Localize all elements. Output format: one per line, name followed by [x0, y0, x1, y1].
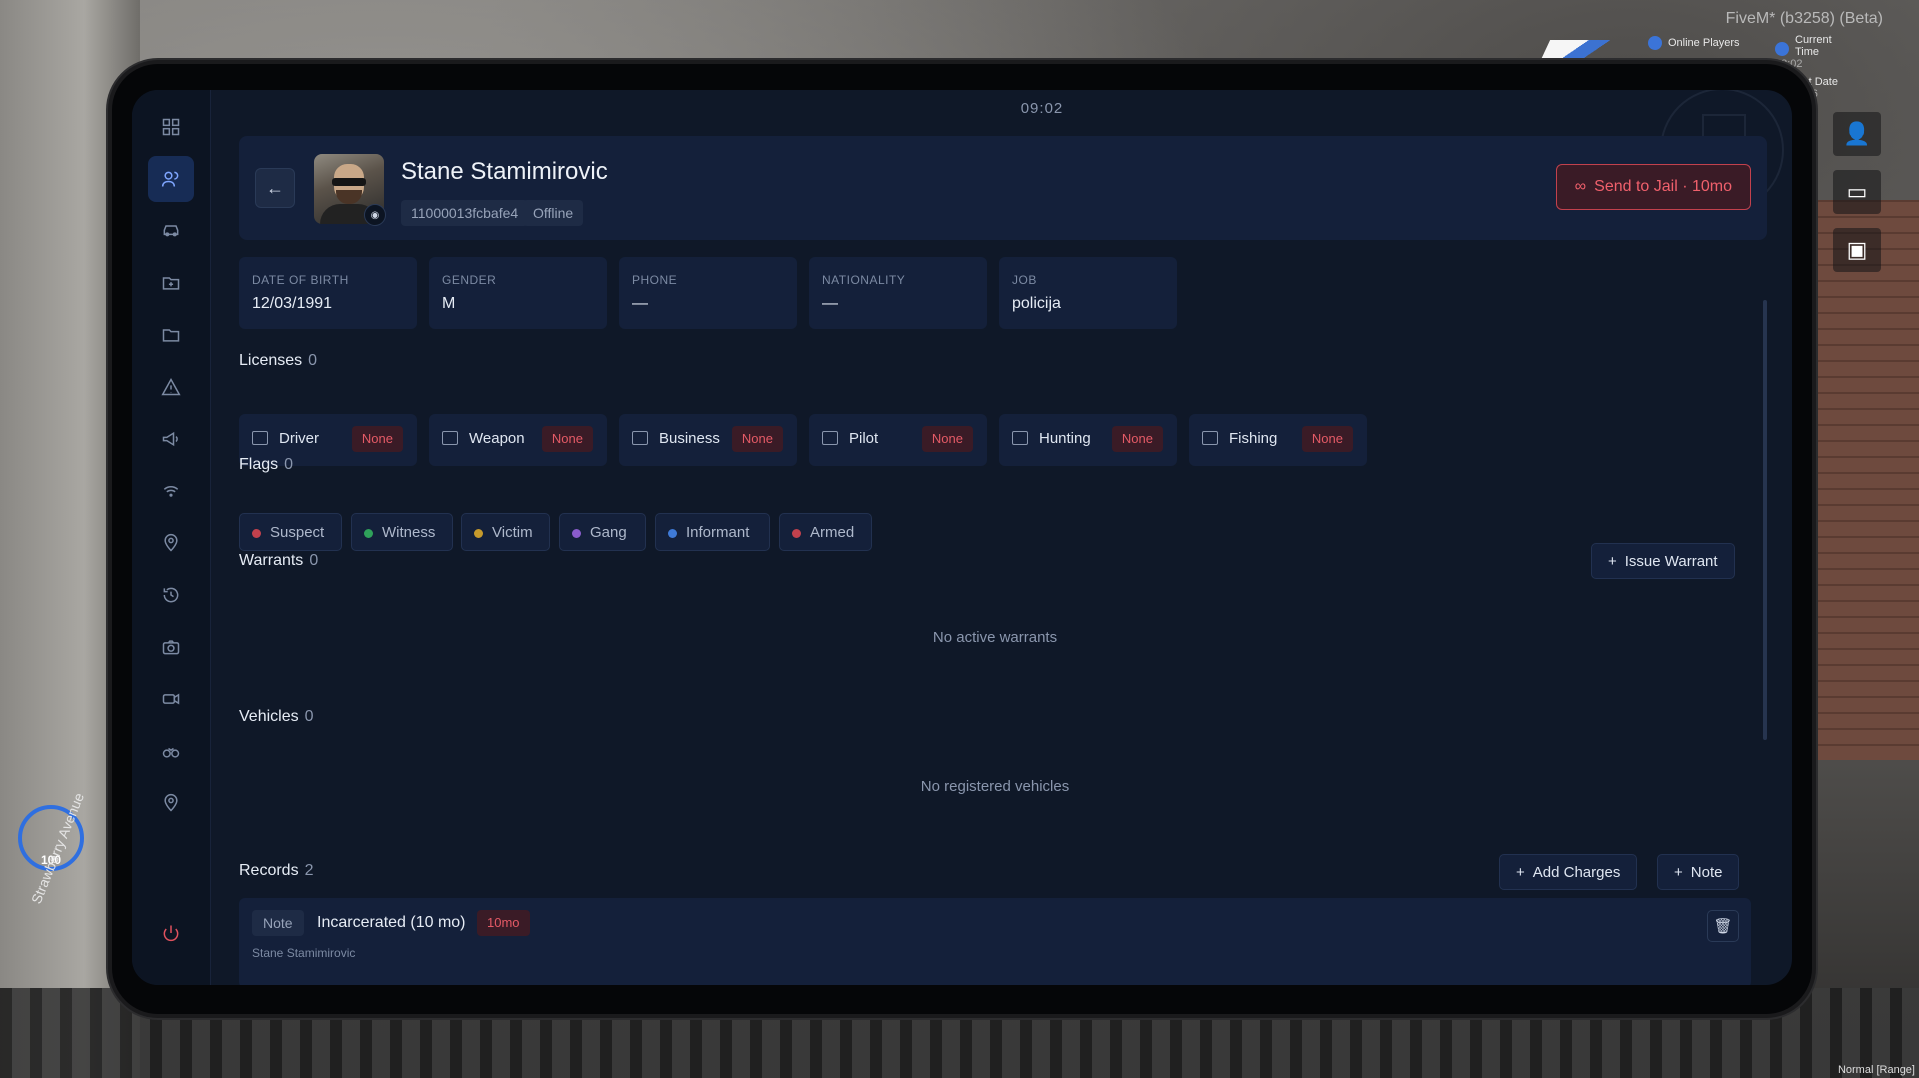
history-icon[interactable]: [148, 572, 194, 618]
wallet-icon[interactable]: ▣: [1833, 228, 1881, 272]
megaphone-icon[interactable]: [148, 416, 194, 462]
plus-icon: +: [1516, 864, 1525, 881]
dashboard-icon[interactable]: [148, 104, 194, 150]
id-card-icon[interactable]: ▭: [1833, 170, 1881, 214]
issue-warrant-button[interactable]: + Issue Warrant: [1591, 543, 1735, 579]
sidebar: [132, 90, 211, 985]
license-weapon[interactable]: Weapon None: [429, 414, 607, 466]
license-hunting[interactable]: Hunting None: [999, 414, 1177, 466]
online-players-hud: Online Players: [1648, 36, 1740, 50]
warrants-empty-state: No active warrants: [932, 629, 1058, 646]
handcuffs-icon[interactable]: [148, 728, 194, 774]
radio-icon[interactable]: [148, 468, 194, 514]
record-author: Stane Stamimirovic: [252, 946, 356, 960]
voice-mode: Normal [Range]: [1837, 1064, 1915, 1076]
add-charges-button[interactable]: + Add Charges: [1499, 854, 1638, 890]
user-icon[interactable]: 👤: [1833, 112, 1881, 156]
flags-title: Flags 0: [239, 456, 294, 473]
info-phone: PHONE —: [619, 257, 797, 329]
citizen-id-chip: 11000013fcbafe4: [401, 200, 529, 226]
warrants-title: Warrants 0: [239, 552, 319, 569]
power-icon[interactable]: [148, 910, 194, 956]
delete-record-button[interactable]: 🗑: [1707, 910, 1739, 942]
records-title: Records 2: [239, 862, 314, 879]
citizen-profile: ← ◉ Stane Stamimirovic 11000013fcbafe4 O…: [239, 90, 1767, 985]
info-nationality: NATIONALITY —: [809, 257, 987, 329]
flag-suspect[interactable]: Suspect: [239, 513, 342, 551]
license-fishing[interactable]: Fishing None: [1189, 414, 1367, 466]
license-icon: [252, 431, 268, 445]
status-badge: Offline: [523, 200, 584, 226]
record-sentence-badge: 10mo: [477, 910, 530, 936]
plus-icon: +: [1674, 864, 1683, 881]
info-job: JOB policija: [999, 257, 1177, 329]
brick-wall: [1799, 200, 1919, 760]
license-icon: [1202, 431, 1218, 445]
record-type-badge: Note: [252, 910, 304, 936]
info-gender: GENDER M: [429, 257, 607, 329]
arrow-left-icon: ←: [266, 177, 284, 198]
plus-icon: +: [1608, 553, 1617, 570]
vehicles-title: Vehicles 0: [239, 708, 314, 725]
camera-icon[interactable]: [148, 624, 194, 670]
send-to-jail-button[interactable]: ∞ Send to Jail · 10mo: [1555, 164, 1751, 210]
citizens-icon[interactable]: [148, 156, 194, 202]
warning-icon[interactable]: [148, 364, 194, 410]
license-business[interactable]: Business None: [619, 414, 797, 466]
video-icon[interactable]: [148, 676, 194, 722]
flag-witness[interactable]: Witness: [351, 513, 453, 551]
license-pilot[interactable]: Pilot None: [809, 414, 987, 466]
flag-victim[interactable]: Victim: [461, 513, 550, 551]
add-note-button[interactable]: + Note: [1657, 854, 1740, 890]
license-icon: [1012, 431, 1028, 445]
map-pin-icon[interactable]: [148, 780, 194, 826]
licenses-title: Licenses 0: [239, 352, 318, 369]
record-title: Incarcerated (10 mo): [317, 914, 466, 931]
server-logo: [1539, 40, 1615, 62]
players-icon: [1648, 36, 1662, 50]
license-icon: [442, 431, 458, 445]
license-icon: [822, 431, 838, 445]
handcuffs-icon: ∞: [1574, 178, 1587, 195]
flag-informant[interactable]: Informant: [655, 513, 770, 551]
tablet-screen: 09:02 ← ◉ Stane Stamimirovic 11000013fcb…: [132, 90, 1792, 985]
info-date-of-birth: DATE OF BIRTH 12/03/1991: [239, 257, 417, 329]
mdt-tablet: 09:02 ← ◉ Stane Stamimirovic 11000013fcb…: [112, 64, 1812, 1014]
flag-gang[interactable]: Gang: [559, 513, 646, 551]
change-photo-icon[interactable]: ◉: [364, 204, 386, 226]
flag-armed[interactable]: Armed: [779, 513, 872, 551]
clock-icon: [1775, 42, 1789, 56]
record-item: Note Incarcerated (10 mo) 10mo Stane Sta…: [239, 898, 1751, 985]
trash-icon: 🗑: [1713, 918, 1733, 935]
scrollbar[interactable]: [1763, 300, 1767, 740]
profile-header: ← ◉ Stane Stamimirovic 11000013fcbafe4 O…: [239, 136, 1767, 240]
license-icon: [632, 431, 648, 445]
folder-icon[interactable]: [148, 312, 194, 358]
back-button[interactable]: ←: [255, 168, 295, 208]
vehicles-empty-state: No registered vehicles: [920, 778, 1070, 795]
client-title: FiveM* (b3258) (Beta): [1725, 10, 1883, 27]
hud-side-icons: 👤 ▭ ▣: [1833, 112, 1881, 272]
location-icon[interactable]: [148, 520, 194, 566]
vehicles-icon[interactable]: [148, 208, 194, 254]
citizen-name: Stane Stamimirovic: [401, 158, 608, 185]
reports-icon[interactable]: [148, 260, 194, 306]
